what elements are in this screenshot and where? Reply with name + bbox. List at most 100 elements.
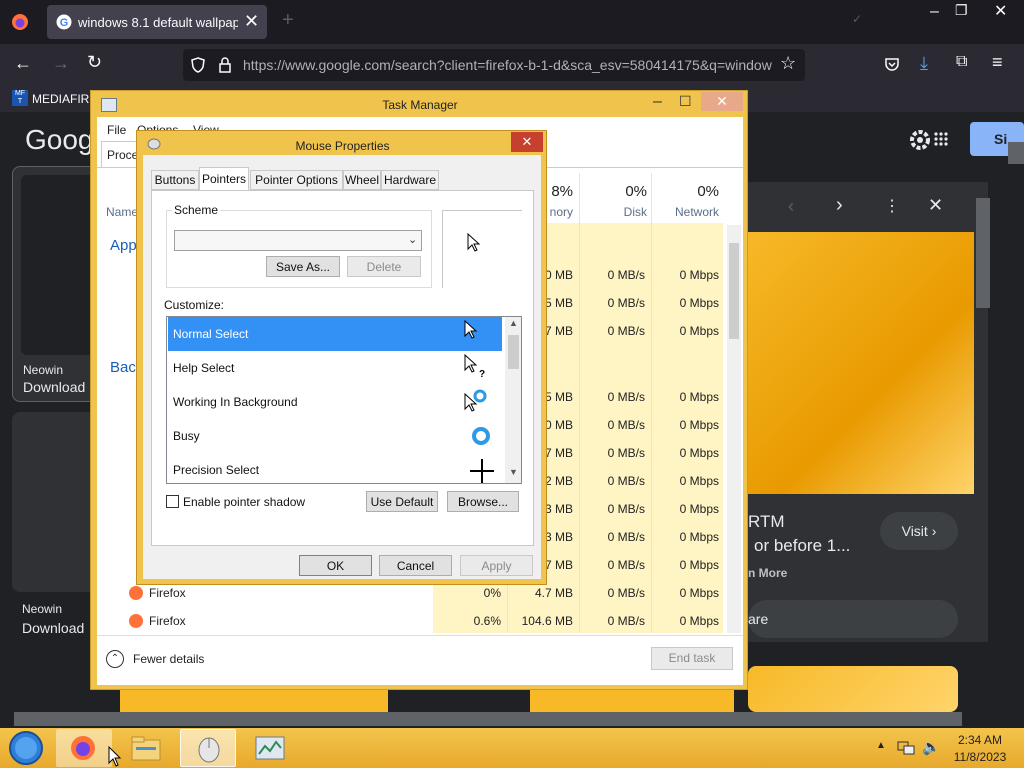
list-tabs-icon[interactable]: ✓ bbox=[852, 12, 862, 26]
pointer-list-scrollbar[interactable]: ▲ ▼ bbox=[505, 317, 521, 483]
mp-close-button[interactable]: ✕ bbox=[511, 132, 543, 152]
row-disk: 0 MB/s bbox=[607, 418, 645, 432]
tab-wheel[interactable]: Wheel bbox=[343, 170, 381, 190]
firefox-menu-icon[interactable] bbox=[10, 12, 30, 32]
list-item[interactable]: Busy bbox=[168, 419, 502, 453]
forward-icon[interactable]: → bbox=[52, 53, 70, 74]
ok-button[interactable]: OK bbox=[299, 555, 372, 576]
scheme-dropdown[interactable]: ⌄ bbox=[174, 230, 422, 251]
taskbar-file-explorer[interactable] bbox=[118, 729, 174, 767]
end-task-button[interactable]: End task bbox=[651, 647, 733, 670]
clock-time[interactable]: 2:34 AM bbox=[950, 733, 1010, 747]
related-image[interactable] bbox=[748, 666, 958, 712]
tm-col-disk-pct[interactable]: 0% bbox=[597, 183, 647, 200]
minimize-window-icon[interactable]: – bbox=[930, 3, 939, 21]
fewer-details-link[interactable]: Fewer details bbox=[133, 652, 204, 666]
pointer-list-scroll-thumb[interactable] bbox=[508, 335, 519, 369]
apply-button[interactable]: Apply bbox=[460, 555, 533, 576]
save-as-button[interactable]: Save As... bbox=[266, 256, 340, 277]
tm-col-name[interactable]: Name bbox=[106, 205, 138, 219]
back-icon[interactable]: ← bbox=[14, 53, 32, 74]
show-hidden-icons-icon[interactable]: ▲ bbox=[876, 740, 886, 751]
chevron-up-icon[interactable]: ⌃ bbox=[106, 650, 124, 668]
list-item[interactable]: Working In Background bbox=[168, 385, 502, 419]
tracking-protection-icon[interactable] bbox=[190, 57, 206, 73]
pointer-name: Help Select bbox=[173, 361, 235, 375]
extensions-icon[interactable]: ⧉ bbox=[956, 53, 967, 71]
tab-hardware[interactable]: Hardware bbox=[381, 170, 439, 190]
table-row[interactable]: Firefox 0.6% 104.6 MB 0 MB/s 0 Mbps bbox=[97, 607, 737, 635]
next-image-icon[interactable]: › bbox=[836, 194, 843, 217]
row-net: 0 Mbps bbox=[679, 390, 719, 404]
firefox-icon bbox=[129, 586, 143, 600]
bottom-image-1[interactable] bbox=[120, 690, 388, 712]
tm-close-button[interactable]: ✕ bbox=[701, 92, 743, 111]
browser-tab[interactable]: G windows 8.1 default wallpaper ✕ bbox=[47, 5, 267, 39]
prev-image-icon[interactable]: ‹ bbox=[788, 196, 794, 217]
scroll-down-icon[interactable]: ▼ bbox=[509, 467, 518, 477]
image-result-card-2[interactable] bbox=[12, 412, 102, 592]
tm-tab-processes[interactable]: Proce bbox=[101, 141, 141, 167]
pointers-panel: Scheme ⌄ Save As... Delete Customize: No… bbox=[151, 190, 534, 546]
tab-buttons[interactable]: Buttons bbox=[151, 170, 199, 190]
list-item[interactable]: Help Select ? bbox=[168, 351, 502, 385]
cancel-button[interactable]: Cancel bbox=[379, 555, 452, 576]
row-disk: 0 MB/s bbox=[607, 586, 645, 600]
page-scrollbar-thumb[interactable] bbox=[1008, 142, 1024, 164]
volume-icon[interactable]: 🔈 bbox=[922, 738, 941, 756]
working-cursor-icon bbox=[464, 389, 488, 413]
lock-icon[interactable] bbox=[218, 57, 232, 73]
tm-scrollbar-thumb[interactable] bbox=[729, 243, 739, 339]
tm-scrollbar[interactable] bbox=[727, 225, 741, 633]
tm-menu-file[interactable]: File bbox=[107, 123, 126, 137]
browse-button[interactable]: Browse... bbox=[447, 491, 519, 512]
row-net: 0 Mbps bbox=[679, 502, 719, 516]
horizontal-scrollbar-thumb[interactable] bbox=[14, 712, 962, 726]
apps-grid-icon[interactable] bbox=[934, 132, 948, 146]
tm-minimize-icon[interactable]: – bbox=[653, 93, 662, 111]
pocket-icon[interactable] bbox=[884, 56, 900, 72]
more-options-icon[interactable]: ⋮ bbox=[884, 196, 900, 216]
close-tab-icon[interactable]: ✕ bbox=[244, 11, 259, 32]
mp-title: Mouse Properties bbox=[295, 139, 390, 153]
hamburger-menu-icon[interactable]: ≡ bbox=[992, 52, 1003, 73]
clock-date[interactable]: 11/8/2023 bbox=[950, 750, 1010, 764]
start-button-icon[interactable] bbox=[6, 730, 46, 766]
preview-scrollbar[interactable] bbox=[976, 198, 990, 308]
taskbar-mouse-properties[interactable] bbox=[180, 729, 236, 767]
pointer-shadow-checkbox[interactable] bbox=[166, 495, 179, 508]
settings-gear-icon[interactable] bbox=[908, 128, 932, 152]
google-logo[interactable]: Goog bbox=[25, 124, 94, 156]
list-item[interactable]: Normal Select bbox=[168, 317, 502, 351]
close-preview-icon[interactable]: ✕ bbox=[928, 195, 943, 216]
tm-col-net[interactable]: Network bbox=[653, 205, 719, 219]
bookmark-star-icon[interactable]: ☆ bbox=[780, 53, 796, 74]
busy-cursor-icon bbox=[471, 426, 491, 446]
tab-pointer-options[interactable]: Pointer Options bbox=[250, 170, 343, 190]
taskbar-firefox[interactable] bbox=[56, 729, 112, 767]
pointer-name: Precision Select bbox=[173, 463, 260, 477]
bottom-image-2[interactable] bbox=[530, 690, 734, 712]
close-window-icon[interactable]: ✕ bbox=[994, 1, 1007, 21]
downloads-icon[interactable]: ⤓ bbox=[920, 53, 928, 74]
image-result-card[interactable]: Neowin Download bbox=[12, 166, 102, 402]
tm-maximize-icon[interactable]: ☐ bbox=[679, 93, 692, 110]
bookmark-mediafire[interactable]: MEDIAFIRE bbox=[32, 92, 97, 106]
restore-window-icon[interactable]: ❐ bbox=[955, 2, 968, 19]
tm-col-disk[interactable]: Disk bbox=[597, 205, 647, 219]
pointer-list[interactable]: Normal Select Help Select ? Working In B… bbox=[166, 316, 522, 484]
delete-button[interactable]: Delete bbox=[347, 256, 421, 277]
new-tab-icon[interactable]: + bbox=[282, 9, 294, 32]
learn-more-link[interactable]: n More bbox=[748, 566, 787, 580]
share-button[interactable]: are bbox=[748, 600, 958, 638]
url-bar[interactable]: https://www.google.com/search?client=fir… bbox=[183, 49, 805, 81]
visit-button[interactable]: Visit › bbox=[880, 512, 958, 550]
network-icon[interactable] bbox=[897, 740, 915, 756]
tab-pointers[interactable]: Pointers bbox=[199, 167, 249, 191]
scroll-up-icon[interactable]: ▲ bbox=[509, 318, 518, 328]
tm-col-net-pct[interactable]: 0% bbox=[667, 183, 719, 200]
taskbar-task-manager[interactable] bbox=[242, 729, 298, 767]
use-default-button[interactable]: Use Default bbox=[366, 491, 438, 512]
list-item[interactable]: Precision Select bbox=[168, 453, 502, 483]
reload-icon[interactable]: ↻ bbox=[87, 52, 102, 73]
